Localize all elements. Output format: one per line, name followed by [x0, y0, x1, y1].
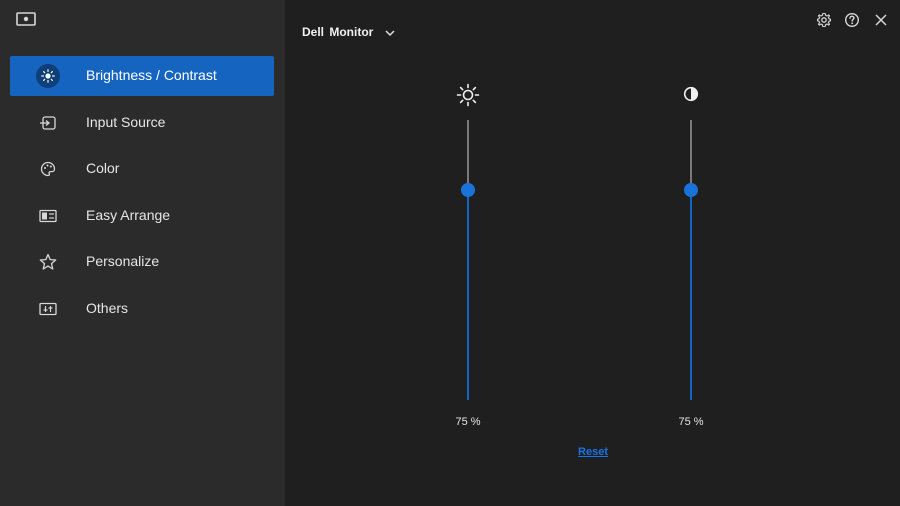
sun-icon: [456, 83, 480, 107]
contrast-icon: [683, 86, 699, 102]
brightness-icon: [36, 64, 60, 88]
sidebar-item-label: Brightness / Contrast: [86, 67, 217, 83]
sidebar-item-label: Input Source: [86, 113, 166, 130]
brightness-value: 75 %: [455, 416, 481, 428]
monitor-title: Dell Monitor: [302, 25, 374, 39]
sidebar-item-label: Others: [86, 299, 129, 316]
contrast-slider-track[interactable]: [690, 120, 692, 400]
brightness-slider-thumb[interactable]: [461, 183, 475, 197]
star-icon: [36, 250, 60, 274]
color-palette-icon: [36, 157, 60, 181]
sidebar-item-personalize[interactable]: Personalize: [10, 242, 274, 282]
input-source-icon: [36, 111, 60, 135]
brightness-slider-unfilled: [467, 120, 469, 190]
sidebar-item-label: Easy Arrange: [86, 206, 171, 223]
help-icon[interactable]: [844, 12, 860, 28]
reset-link[interactable]: Reset: [573, 446, 613, 458]
sidebar-item-others[interactable]: Others: [10, 289, 274, 329]
contrast-slider-unfilled: [690, 120, 692, 190]
brightness-slider-track[interactable]: [467, 120, 469, 400]
others-icon: [36, 297, 60, 321]
sidebar-item-easy-arrange[interactable]: Easy Arrange: [10, 196, 274, 236]
contrast-slider-thumb[interactable]: [684, 183, 698, 197]
sidebar-nav: Brightness / Contrast Input Source Color…: [10, 56, 274, 336]
easy-arrange-icon: [36, 204, 60, 228]
sidebar-item-label: Personalize: [86, 253, 160, 270]
monitor-icon: [16, 12, 36, 26]
contrast-value: 75 %: [678, 416, 704, 428]
contrast-slider-group: 75 %: [661, 83, 721, 433]
sidebar-item-label: Color: [86, 160, 120, 177]
chevron-down-icon[interactable]: [384, 28, 396, 38]
close-icon[interactable]: [873, 12, 889, 28]
settings-gear-icon[interactable]: [816, 12, 832, 28]
brightness-slider-group: 75 %: [438, 83, 498, 433]
sidebar-item-color[interactable]: Color: [10, 149, 274, 189]
sidebar: Brightness / Contrast Input Source Color…: [0, 0, 285, 506]
sidebar-item-brightness-contrast[interactable]: Brightness / Contrast: [10, 56, 274, 96]
sidebar-item-input-source[interactable]: Input Source: [10, 103, 274, 143]
